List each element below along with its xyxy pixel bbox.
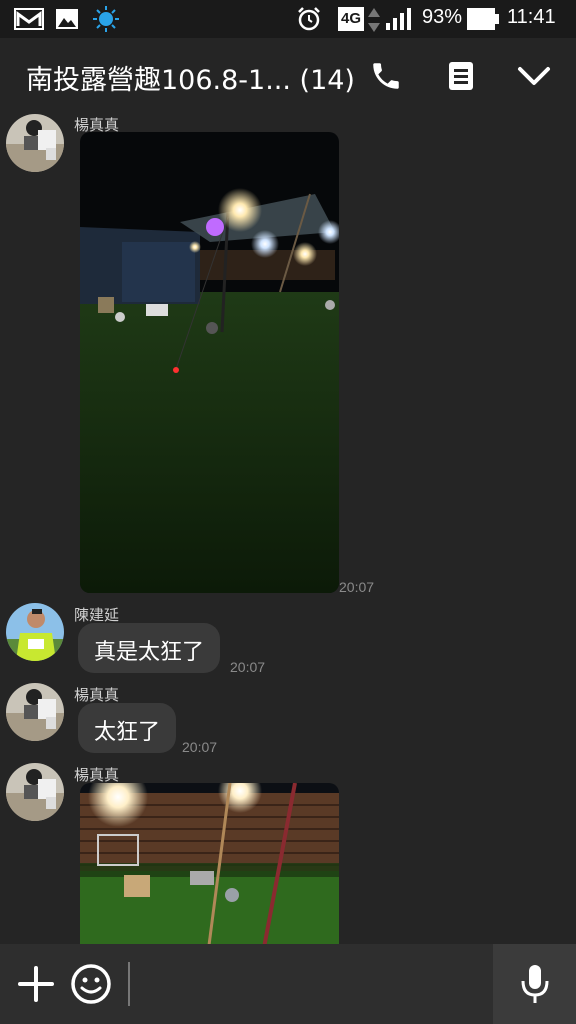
avatar[interactable] — [6, 603, 64, 661]
alarm-icon — [298, 7, 320, 31]
network-type-badge: 4G — [338, 7, 364, 31]
call-button[interactable] — [366, 56, 406, 96]
note-icon — [449, 62, 473, 90]
message-time: 20:07 — [230, 659, 266, 675]
avatar[interactable] — [6, 683, 64, 741]
chat-title[interactable]: 南投露營趣106.8-1... (14) — [26, 58, 355, 97]
message-input[interactable] — [128, 962, 484, 1006]
data-arrows-icon — [368, 8, 380, 32]
sender-name: 楊真真 — [74, 766, 120, 784]
status-bar: 4G 93% 11:41 — [0, 0, 576, 38]
voice-message-button[interactable] — [493, 944, 576, 1024]
signal-icon — [386, 8, 411, 30]
avatar[interactable] — [6, 763, 64, 821]
gmail-icon — [14, 8, 44, 30]
gallery-icon — [56, 9, 78, 29]
clock: 11:41 — [507, 6, 556, 28]
sender-name: 楊真真 — [74, 686, 120, 704]
photo-night-camp — [80, 132, 339, 593]
input-bar — [0, 944, 576, 1024]
photo-camp-fence — [80, 783, 339, 944]
add-attachment-button[interactable] — [14, 962, 58, 1006]
message-list[interactable]: 楊真真 20:07 陳建延 真是太狂了 20:07 楊真真 太狂了 20:07 … — [0, 112, 576, 944]
sender-name: 陳建延 — [74, 606, 120, 624]
smiley-icon — [71, 964, 111, 1004]
phone-icon — [373, 63, 399, 89]
message-bubble[interactable]: 太狂了 — [78, 703, 177, 753]
notes-button[interactable] — [441, 56, 481, 96]
battery-icon — [467, 8, 499, 30]
message-time: 20:07 — [182, 739, 218, 755]
message-time: 20:07 — [339, 579, 375, 595]
menu-expand-button[interactable] — [514, 56, 554, 96]
image-message[interactable] — [80, 783, 339, 944]
microphone-icon — [521, 965, 548, 1003]
battery-percent: 93% — [422, 6, 463, 28]
message-bubble[interactable]: 真是太狂了 — [78, 623, 221, 673]
image-message[interactable] — [80, 132, 339, 593]
plus-icon — [18, 966, 54, 1002]
sun-icon — [93, 6, 119, 32]
chevron-down-icon — [518, 67, 550, 85]
avatar[interactable] — [6, 114, 64, 172]
chat-header: 南投露營趣106.8-1... (14) — [0, 38, 576, 112]
emoji-button[interactable] — [69, 962, 113, 1006]
